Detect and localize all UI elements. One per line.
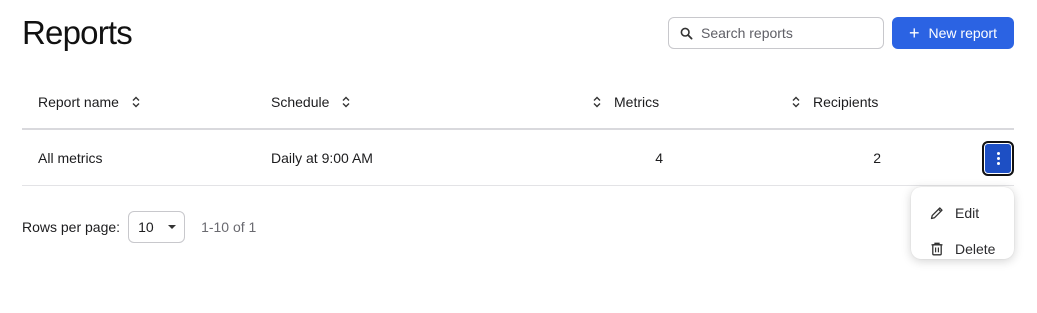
sort-icon[interactable] xyxy=(131,95,141,109)
pencil-icon xyxy=(929,205,945,221)
column-header-metrics[interactable]: Metrics xyxy=(592,94,659,110)
row-actions-menu: Edit Delete xyxy=(911,187,1014,259)
menu-item-delete[interactable]: Delete xyxy=(911,231,1014,267)
chevron-down-icon xyxy=(167,225,176,229)
column-label: Report name xyxy=(38,94,119,110)
trash-icon xyxy=(929,241,945,257)
table-row[interactable]: All metrics Daily at 9:00 AM 4 2 xyxy=(22,130,1014,186)
pagination: Rows per page: 10 1-10 of 1 xyxy=(22,211,256,243)
column-header-recipients[interactable]: Recipients xyxy=(791,94,878,110)
new-report-button[interactable]: + New report xyxy=(892,17,1014,49)
report-name-cell: All metrics xyxy=(38,150,103,166)
rows-per-page-label: Rows per page: xyxy=(22,219,121,235)
rows-per-page-value: 10 xyxy=(138,219,154,235)
sort-icon[interactable] xyxy=(341,95,351,109)
search-box[interactable] xyxy=(668,17,884,49)
table-header: Report name Schedule Metrics Recipients xyxy=(22,78,1014,130)
kebab-dot xyxy=(996,157,1000,160)
recipients-cell: 2 xyxy=(873,150,881,166)
kebab-dot xyxy=(996,162,1000,165)
kebab-icon xyxy=(996,152,1000,155)
column-header-report-name[interactable]: Report name xyxy=(38,94,141,110)
sort-icon[interactable] xyxy=(791,95,801,109)
menu-item-label: Delete xyxy=(955,241,996,257)
sort-icon[interactable] xyxy=(592,95,602,109)
column-header-schedule[interactable]: Schedule xyxy=(271,94,351,110)
search-icon xyxy=(679,26,693,40)
page-title: Reports xyxy=(22,14,133,51)
plus-icon: + xyxy=(909,23,920,43)
column-label: Schedule xyxy=(271,94,330,110)
column-label: Metrics xyxy=(614,94,660,110)
schedule-cell: Daily at 9:00 AM xyxy=(271,150,373,166)
new-report-label: New report xyxy=(928,25,997,41)
menu-item-label: Edit xyxy=(955,205,980,221)
column-label: Recipients xyxy=(813,94,879,110)
row-actions-button[interactable] xyxy=(982,141,1014,176)
pagination-range: 1-10 of 1 xyxy=(201,219,257,235)
rows-per-page-select[interactable]: 10 xyxy=(128,211,186,243)
reports-table: Report name Schedule Metrics Recipients … xyxy=(22,78,1014,186)
search-input[interactable] xyxy=(701,25,871,41)
menu-item-edit[interactable]: Edit xyxy=(911,195,1014,231)
metrics-cell: 4 xyxy=(655,150,663,166)
